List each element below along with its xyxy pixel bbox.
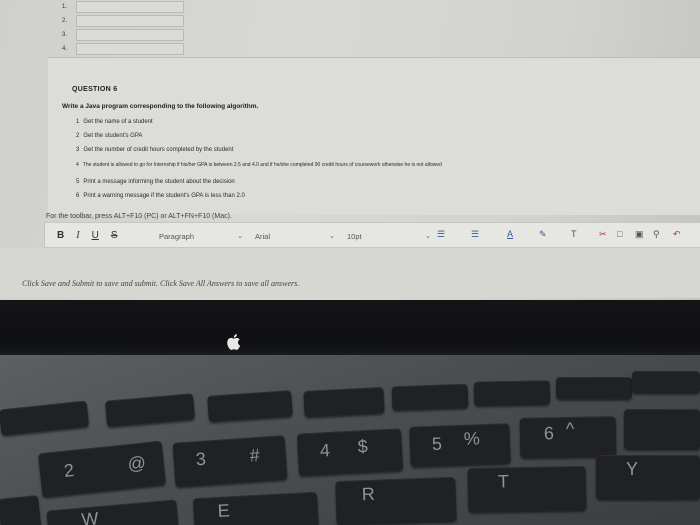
key-label: 2 [62, 459, 76, 481]
font-select-value: Arial [255, 231, 271, 241]
step-number: 2 [76, 133, 80, 139]
keyboard-key [105, 393, 195, 427]
keyboard-key: T [467, 465, 587, 513]
key-label: 3 [195, 448, 207, 470]
step-number: 3 [76, 147, 80, 153]
strikethrough-button[interactable]: S [111, 230, 118, 241]
toolbar-hint: For the toolbar, press ALT+F10 (PC) or A… [46, 213, 232, 220]
key-label: 6 [543, 423, 555, 444]
key-label: R [361, 483, 376, 505]
answer-row-number: 2. [62, 18, 68, 24]
paste-icon[interactable]: ▣ [635, 229, 644, 240]
keyboard-key [207, 390, 293, 422]
algorithm-step: 1 Get the name of a student [76, 119, 153, 125]
keyboard-key [391, 383, 469, 411]
key-label: 5 [431, 433, 443, 454]
keyboard-key [0, 400, 90, 436]
question-title: QUESTION 6 [72, 86, 118, 93]
browser-screen: 1. 2. 3. 4. QUESTION 6 Write a Java prog… [0, 0, 700, 315]
algorithm-step: 6 Print a warning message if the student'… [76, 193, 245, 199]
save-instructions: Click Save and Submit to save and submit… [22, 279, 300, 288]
step-text: Get the student's GPA [83, 133, 143, 139]
step-number: 6 [76, 193, 80, 199]
chevron-down-icon: ⌄ [329, 233, 335, 240]
step-number: 4 [76, 162, 79, 168]
key-label: E [217, 500, 231, 521]
keyboard-key [624, 409, 700, 449]
font-size-select[interactable]: 10pt ⌄ [343, 229, 435, 243]
answer-row: 1. [62, 0, 184, 14]
bold-button[interactable]: B [57, 230, 64, 241]
question-intro: Write a Java program corresponding to th… [62, 103, 259, 110]
paragraph-select-value: Paragraph [159, 231, 195, 241]
chevron-down-icon: ⌄ [237, 233, 243, 240]
previous-answer-rows: 1. 2. 3. 4. [62, 0, 184, 56]
keyboard-key [303, 386, 385, 418]
keyboard-key: # 3 [172, 435, 288, 487]
step-number: 1 [76, 119, 80, 125]
step-text: The student is allowed to go for Interns… [82, 162, 442, 168]
cut-icon[interactable]: ✂ [599, 229, 607, 240]
bullet-list-icon[interactable]: ☰ [437, 229, 445, 240]
keyboard-key [473, 380, 551, 406]
answer-row-number: 3. [62, 32, 68, 38]
algorithm-step: 5 Print a message informing the student a… [76, 179, 235, 185]
step-text: Print a message informing the student ab… [83, 179, 235, 185]
question-panel: QUESTION 6 Write a Java program correspo… [48, 57, 700, 215]
key-label: % [463, 428, 481, 449]
step-text: Get the name of a student [83, 119, 153, 125]
step-number: 5 [76, 179, 80, 185]
algorithm-step: 4 The student is allowed to go for Intern… [76, 162, 442, 168]
answer-row: 4. [62, 42, 184, 56]
clear-format-icon[interactable]: T [571, 229, 577, 239]
keyboard-key: ^ 6 [519, 416, 617, 458]
keyboard-key: $ 4 [296, 428, 404, 476]
keyboard-key [632, 371, 700, 393]
answer-field[interactable] [76, 43, 184, 55]
answer-field[interactable] [76, 29, 184, 41]
keyboard-key: % 5 [409, 423, 511, 467]
search-icon[interactable]: ⚲ [653, 229, 660, 240]
text-color-icon[interactable]: A [507, 229, 513, 239]
key-label: T [497, 471, 510, 492]
algorithm-step: 3 Get the number of credit hours complete… [76, 147, 233, 153]
answer-field[interactable] [76, 1, 184, 13]
keyboard-key: R [335, 476, 457, 525]
copy-icon[interactable]: □ [617, 229, 622, 239]
answer-editor[interactable] [0, 248, 700, 298]
undo-icon[interactable]: ↶ [673, 229, 681, 240]
editor-toolbar: B I U S Paragraph ⌄ Arial ⌄ 10pt ⌄ ☰ ☰ A… [44, 222, 700, 248]
step-text: Print a warning message if the student's… [83, 193, 245, 199]
answer-row: 2. [62, 14, 184, 28]
highlight-icon[interactable]: ✎ [539, 229, 547, 240]
font-size-select-value: 10pt [347, 231, 362, 241]
keyboard-key: @ 2 [38, 440, 166, 498]
chevron-down-icon: ⌄ [425, 233, 431, 240]
key-label: 4 [319, 440, 331, 461]
apple-logo-icon [227, 334, 241, 350]
keyboard-key: W [46, 499, 180, 525]
paragraph-select[interactable]: Paragraph ⌄ [155, 229, 247, 243]
keyboard-key: Y [596, 455, 700, 499]
key-label: W [80, 508, 100, 525]
algorithm-step: 2 Get the student's GPA [76, 133, 142, 139]
font-select[interactable]: Arial ⌄ [251, 229, 339, 243]
step-text: Get the number of credit hours completed… [83, 147, 234, 153]
answer-field[interactable] [76, 15, 184, 27]
numbered-list-icon[interactable]: ☰ [471, 229, 479, 240]
key-label: Y [626, 459, 639, 479]
key-label: $ [357, 436, 369, 457]
italic-button[interactable]: I [76, 230, 79, 241]
key-label: ^ [565, 418, 575, 440]
answer-row: 3. [62, 28, 184, 42]
underline-button[interactable]: U [92, 230, 99, 241]
answer-row-number: 4. [62, 46, 68, 52]
answer-row-number: 1. [62, 4, 68, 10]
keyboard-key: E [193, 491, 319, 525]
key-label: @ [126, 452, 147, 475]
keyboard-key [556, 377, 632, 399]
keyboard-key [0, 495, 42, 525]
key-label: # [248, 444, 261, 466]
keyboard-deck: @ 2 # 3 $ 4 % 5 ^ 6 W E R T Y [0, 355, 700, 525]
